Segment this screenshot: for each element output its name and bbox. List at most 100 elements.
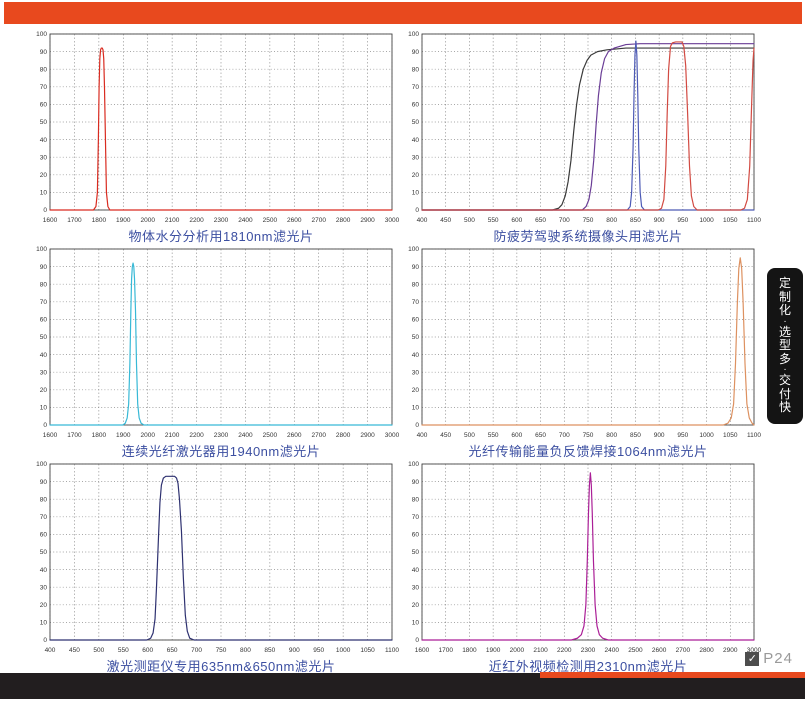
- svg-text:20: 20: [412, 387, 420, 394]
- svg-text:1100: 1100: [747, 432, 761, 439]
- svg-text:750: 750: [583, 432, 594, 439]
- svg-text:2500: 2500: [263, 432, 278, 439]
- svg-text:60: 60: [40, 102, 48, 109]
- svg-text:60: 60: [412, 102, 420, 109]
- svg-text:0: 0: [415, 207, 419, 214]
- svg-text:1700: 1700: [67, 432, 82, 439]
- svg-text:2300: 2300: [214, 217, 229, 224]
- svg-text:70: 70: [412, 299, 420, 306]
- chart-635-650nm-plot: 4004505005506006507007508008509009501000…: [26, 458, 398, 656]
- svg-text:0: 0: [415, 422, 419, 429]
- svg-text:70: 70: [40, 514, 48, 521]
- svg-text:1800: 1800: [462, 647, 477, 654]
- svg-text:60: 60: [40, 532, 48, 539]
- svg-text:80: 80: [40, 66, 48, 73]
- svg-text:100: 100: [36, 31, 47, 38]
- svg-text:0: 0: [43, 422, 47, 429]
- svg-text:2400: 2400: [238, 217, 253, 224]
- catalog-page: 1600170018001900200021002200230024002500…: [0, 0, 805, 703]
- svg-text:1050: 1050: [723, 432, 738, 439]
- page-number-label: P24: [763, 650, 793, 667]
- svg-text:850: 850: [630, 217, 641, 224]
- svg-text:20: 20: [412, 172, 420, 179]
- svg-text:30: 30: [40, 369, 48, 376]
- svg-text:90: 90: [412, 479, 420, 486]
- svg-text:2500: 2500: [628, 647, 643, 654]
- svg-text:100: 100: [36, 461, 47, 468]
- svg-text:1900: 1900: [486, 647, 501, 654]
- svg-text:50: 50: [412, 334, 420, 341]
- svg-text:1900: 1900: [116, 217, 131, 224]
- svg-text:100: 100: [408, 461, 419, 468]
- svg-text:700: 700: [191, 647, 202, 654]
- svg-text:30: 30: [412, 584, 420, 591]
- svg-text:400: 400: [417, 217, 428, 224]
- svg-text:60: 60: [412, 532, 420, 539]
- svg-text:2100: 2100: [165, 432, 180, 439]
- svg-text:0: 0: [43, 207, 47, 214]
- svg-text:900: 900: [289, 647, 300, 654]
- svg-text:550: 550: [488, 217, 499, 224]
- svg-text:650: 650: [167, 647, 178, 654]
- svg-text:1600: 1600: [43, 217, 58, 224]
- svg-text:900: 900: [654, 217, 665, 224]
- svg-text:30: 30: [412, 369, 420, 376]
- svg-text:40: 40: [412, 137, 420, 144]
- page-number: ✓ P24: [745, 650, 793, 667]
- svg-text:2900: 2900: [723, 647, 738, 654]
- svg-text:600: 600: [511, 217, 522, 224]
- svg-text:50: 50: [40, 549, 48, 556]
- svg-text:1700: 1700: [438, 647, 453, 654]
- chart-635-650nm-filter: 4004505005506006507007508008509009501000…: [26, 458, 398, 675]
- svg-text:550: 550: [488, 432, 499, 439]
- svg-text:1100: 1100: [747, 217, 761, 224]
- svg-text:100: 100: [36, 246, 47, 253]
- check-icon: ✓: [745, 652, 759, 666]
- svg-text:1800: 1800: [92, 432, 107, 439]
- svg-text:10: 10: [412, 405, 420, 412]
- svg-text:2300: 2300: [581, 647, 596, 654]
- svg-text:20: 20: [412, 602, 420, 609]
- svg-text:2200: 2200: [189, 432, 204, 439]
- chart-2310nm-filter: 1600170018001900200021002200230024002500…: [398, 458, 760, 675]
- svg-text:50: 50: [412, 119, 420, 126]
- svg-text:2500: 2500: [263, 217, 278, 224]
- svg-text:30: 30: [40, 154, 48, 161]
- svg-text:2100: 2100: [165, 217, 180, 224]
- svg-text:90: 90: [412, 49, 420, 56]
- svg-text:500: 500: [464, 432, 475, 439]
- svg-text:80: 80: [40, 496, 48, 503]
- svg-text:400: 400: [45, 647, 56, 654]
- svg-text:2200: 2200: [189, 217, 204, 224]
- svg-text:450: 450: [69, 647, 80, 654]
- svg-text:2300: 2300: [214, 432, 229, 439]
- svg-text:1600: 1600: [43, 432, 58, 439]
- chart-1940nm-plot: 1600170018001900200021002200230024002500…: [26, 243, 398, 441]
- svg-text:10: 10: [412, 190, 420, 197]
- svg-text:850: 850: [630, 432, 641, 439]
- svg-text:800: 800: [240, 647, 251, 654]
- svg-text:400: 400: [417, 432, 428, 439]
- footer-accent-strip: [540, 672, 805, 678]
- svg-text:500: 500: [93, 647, 104, 654]
- svg-text:550: 550: [118, 647, 129, 654]
- svg-text:2700: 2700: [676, 647, 691, 654]
- svg-text:40: 40: [412, 352, 420, 359]
- chart-driver-camera-plot: 4004505005506006507007508008509009501000…: [398, 28, 760, 226]
- svg-text:2000: 2000: [510, 647, 525, 654]
- svg-text:100: 100: [408, 246, 419, 253]
- svg-text:100: 100: [408, 31, 419, 38]
- svg-text:30: 30: [40, 584, 48, 591]
- chart-1064nm-filter: 4004505005506006507007508008509009501000…: [398, 243, 760, 460]
- svg-text:1050: 1050: [723, 217, 738, 224]
- svg-text:20: 20: [40, 602, 48, 609]
- svg-text:450: 450: [440, 217, 451, 224]
- svg-text:900: 900: [654, 432, 665, 439]
- svg-text:40: 40: [40, 137, 48, 144]
- svg-text:950: 950: [677, 432, 688, 439]
- svg-text:90: 90: [412, 264, 420, 271]
- svg-text:2600: 2600: [287, 432, 302, 439]
- side-tab-text: 定制化·选型多·交付快: [779, 277, 791, 415]
- svg-text:2100: 2100: [533, 647, 548, 654]
- svg-text:2700: 2700: [311, 217, 326, 224]
